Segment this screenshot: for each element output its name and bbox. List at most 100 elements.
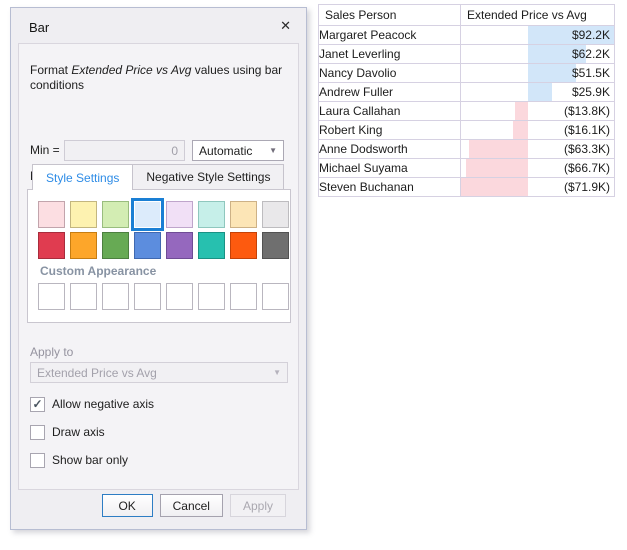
- palette-swatch-light-green[interactable]: [102, 201, 129, 228]
- cancel-button[interactable]: Cancel: [160, 494, 223, 517]
- palette-swatch-light-yellow[interactable]: [70, 201, 97, 228]
- custom-swatch-4[interactable]: [134, 283, 161, 310]
- value-label: $62.2K: [572, 47, 610, 61]
- custom-swatch-7[interactable]: [230, 283, 257, 310]
- cell-extended-price[interactable]: $92.2K: [461, 26, 615, 45]
- min-label: Min =: [30, 143, 60, 157]
- bar-format-dialog: Bar ✕ Format Extended Price vs Avg value…: [10, 7, 307, 530]
- grid-row: Margaret Peacock$92.2K: [319, 26, 615, 45]
- negative-bar: [461, 178, 528, 196]
- palette-swatch-orange-red[interactable]: [230, 232, 257, 259]
- grid-row: Michael Suyama ($66.7K): [319, 159, 615, 178]
- cell-extended-price[interactable]: $51.5K: [461, 64, 615, 83]
- palette-swatch-light-blue[interactable]: [134, 201, 161, 228]
- column-header-sales-person[interactable]: Sales Person: [319, 5, 461, 26]
- palette-row-saturated: [38, 232, 289, 259]
- checkbox-label: Show bar only: [52, 453, 128, 467]
- apply-to-label: Apply to: [30, 345, 73, 359]
- palette-swatch-orange[interactable]: [70, 232, 97, 259]
- checkbox-allow-negative-axis[interactable]: ✓ Allow negative axis: [30, 396, 154, 412]
- checkmark-icon[interactable]: ✓: [30, 397, 45, 412]
- value-label: $25.9K: [572, 85, 610, 99]
- tab-negative-style-settings[interactable]: Negative Style Settings: [133, 164, 284, 189]
- cell-extended-price[interactable]: ($63.3K): [461, 140, 615, 159]
- close-icon[interactable]: ✕: [280, 19, 291, 33]
- column-header-extended-price[interactable]: Extended Price vs Avg: [461, 5, 615, 26]
- palette-swatch-light-cyan[interactable]: [198, 201, 225, 228]
- palette-swatch-purple[interactable]: [166, 232, 193, 259]
- checkbox-draw-axis[interactable]: Draw axis: [30, 424, 154, 440]
- palette-swatch-green[interactable]: [102, 232, 129, 259]
- ok-button[interactable]: OK: [102, 494, 153, 517]
- cell-extended-price[interactable]: ($66.7K): [461, 159, 615, 178]
- value-label: ($13.8K): [564, 104, 610, 118]
- palette-panel: Custom Appearance: [27, 189, 291, 323]
- value-label: ($71.9K): [564, 180, 610, 194]
- palette-row-light: [38, 201, 289, 228]
- min-mode-value: Automatic: [199, 144, 269, 158]
- cell-extended-price[interactable]: ($13.8K): [461, 102, 615, 121]
- cell-sales-person[interactable]: Nancy Davolio: [319, 64, 461, 83]
- negative-bar: [513, 121, 528, 139]
- grid-row: Janet Leverling $62.2K: [319, 45, 615, 64]
- chevron-down-icon: ▼: [273, 368, 281, 377]
- cell-sales-person[interactable]: Steven Buchanan: [319, 178, 461, 197]
- grid-row: Laura Callahan ($13.8K): [319, 102, 615, 121]
- cell-sales-person[interactable]: Anne Dodsworth: [319, 140, 461, 159]
- cell-sales-person[interactable]: Andrew Fuller: [319, 83, 461, 102]
- custom-swatch-2[interactable]: [70, 283, 97, 310]
- value-label: ($63.3K): [564, 142, 610, 156]
- checkbox-group: ✓ Allow negative axis Draw axis Show bar on…: [30, 396, 154, 480]
- custom-appearance-heading: Custom Appearance: [40, 264, 156, 278]
- negative-bar: [469, 140, 528, 158]
- cell-sales-person[interactable]: Margaret Peacock: [319, 26, 461, 45]
- palette-swatch-light-pink[interactable]: [38, 201, 65, 228]
- format-description: Format Extended Price vs Avg values usin…: [30, 63, 288, 93]
- cell-extended-price[interactable]: $25.9K: [461, 83, 615, 102]
- apply-to-combo: Extended Price vs Avg ▼: [30, 362, 288, 383]
- checkbox-show-bar-only[interactable]: Show bar only: [30, 452, 154, 468]
- description-prefix: Format: [30, 63, 71, 77]
- style-tabs: Style Settings Negative Style Settings: [32, 164, 284, 190]
- tab-style-settings[interactable]: Style Settings: [32, 164, 133, 190]
- positive-bar: [528, 83, 552, 101]
- cell-extended-price[interactable]: $62.2K: [461, 45, 615, 64]
- cell-extended-price[interactable]: ($71.9K): [461, 178, 615, 197]
- cell-sales-person[interactable]: Laura Callahan: [319, 102, 461, 121]
- grid-row: Nancy Davolio $51.5K: [319, 64, 615, 83]
- dialog-body-panel: Format Extended Price vs Avg values usin…: [18, 43, 299, 490]
- positive-bar: [528, 64, 576, 82]
- grid-row: Robert King($16.1K): [319, 121, 615, 140]
- cell-sales-person[interactable]: Robert King: [319, 121, 461, 140]
- apply-to-value: Extended Price vs Avg: [37, 366, 273, 380]
- palette-swatch-teal[interactable]: [198, 232, 225, 259]
- checkbox-label: Allow negative axis: [52, 397, 154, 411]
- custom-appearance-row: [38, 283, 289, 310]
- negative-bar: [515, 102, 528, 120]
- custom-swatch-6[interactable]: [198, 283, 225, 310]
- value-label: ($66.7K): [564, 161, 610, 175]
- negative-bar: [466, 159, 528, 177]
- cell-sales-person[interactable]: Michael Suyama: [319, 159, 461, 178]
- min-mode-combo[interactable]: Automatic ▼: [192, 140, 284, 161]
- palette-swatch-dark-gray[interactable]: [262, 232, 289, 259]
- palette-swatch-red[interactable]: [38, 232, 65, 259]
- custom-swatch-5[interactable]: [166, 283, 193, 310]
- custom-swatch-3[interactable]: [102, 283, 129, 310]
- grid-row: Steven Buchanan ($71.9K): [319, 178, 615, 197]
- apply-button[interactable]: Apply: [230, 494, 286, 517]
- value-label: $51.5K: [572, 66, 610, 80]
- empty-checkbox[interactable]: [30, 453, 45, 468]
- cell-sales-person[interactable]: Janet Leverling: [319, 45, 461, 64]
- palette-swatch-light-gray[interactable]: [262, 201, 289, 228]
- grid-header-row: Sales Person Extended Price vs Avg: [319, 5, 615, 26]
- grid-row: Anne Dodsworth ($63.3K): [319, 140, 615, 159]
- custom-swatch-8[interactable]: [262, 283, 289, 310]
- custom-swatch-1[interactable]: [38, 283, 65, 310]
- palette-swatch-light-orange[interactable]: [230, 201, 257, 228]
- empty-checkbox[interactable]: [30, 425, 45, 440]
- palette-swatch-blue[interactable]: [134, 232, 161, 259]
- palette-swatch-light-purple[interactable]: [166, 201, 193, 228]
- min-value-input[interactable]: [64, 140, 185, 161]
- cell-extended-price[interactable]: ($16.1K): [461, 121, 615, 140]
